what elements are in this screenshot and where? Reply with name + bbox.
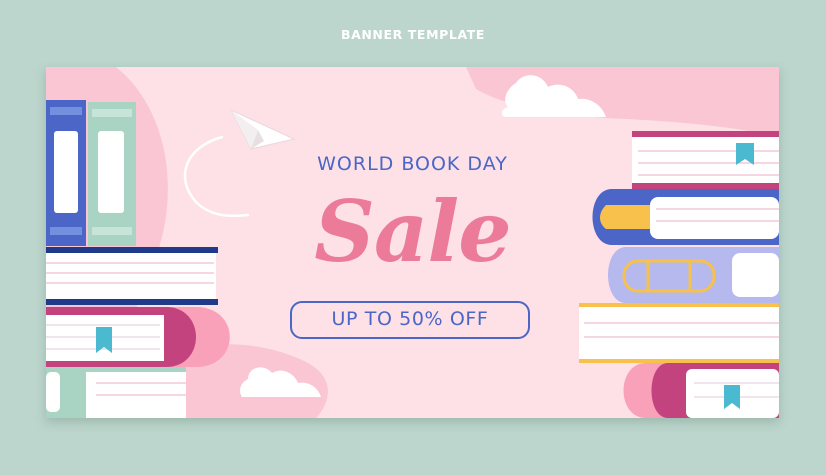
paper-plane-icon [229, 108, 296, 150]
page: BANNER TEMPLATE WORLD BOOK DAY Sale UP T… [0, 0, 826, 475]
discount-badge: UP TO 50% OFF [290, 301, 530, 339]
sale-headline: Sale [314, 182, 511, 281]
event-title: WORLD BOOK DAY [317, 153, 508, 175]
banner-template-label: BANNER TEMPLATE [340, 27, 486, 42]
sale-banner: WORLD BOOK DAY Sale UP TO 50% OFF [46, 67, 779, 418]
